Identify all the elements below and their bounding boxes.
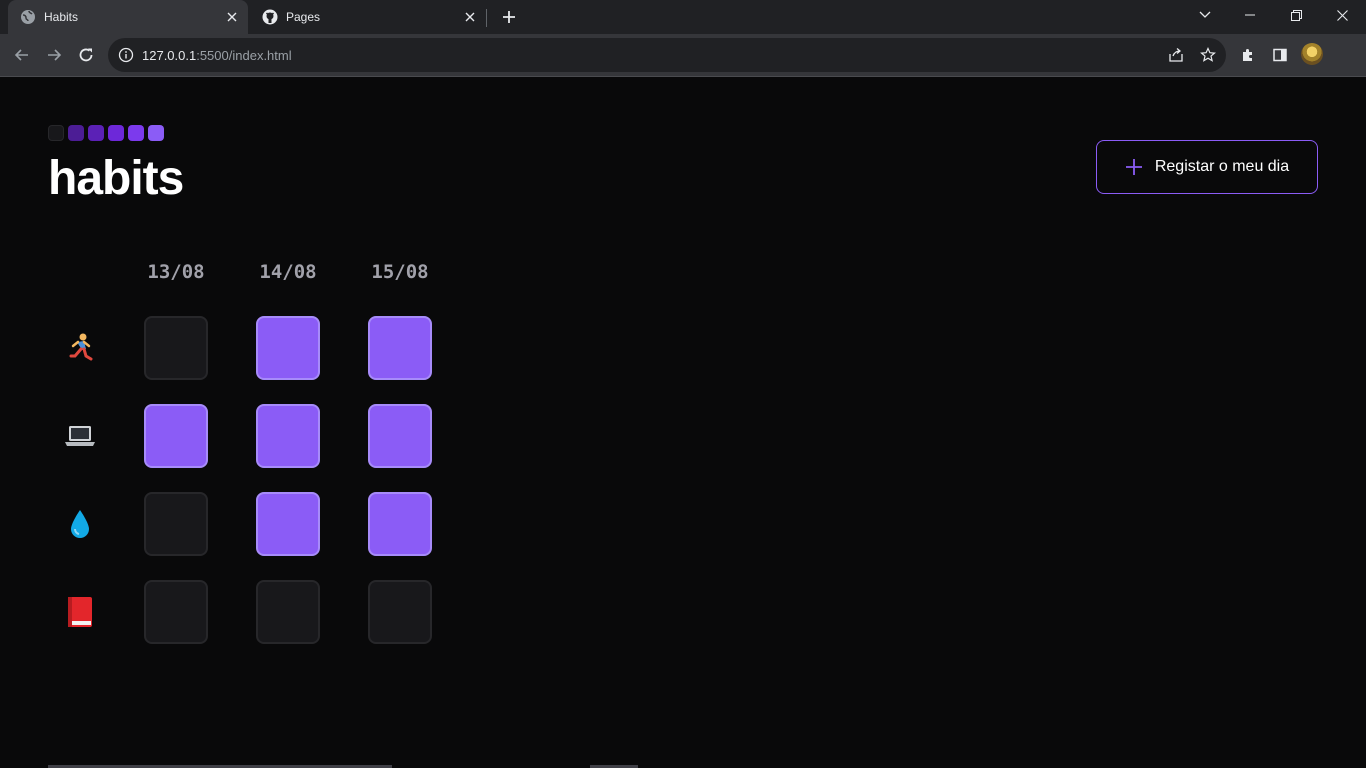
- habit-cell-book-1[interactable]: [256, 580, 320, 644]
- habit-cell-water-1[interactable]: [256, 492, 320, 556]
- new-tab-button[interactable]: [498, 6, 520, 28]
- logo: [48, 125, 164, 141]
- url-path: :5500/index.html: [196, 48, 292, 63]
- habit-cell-running-1[interactable]: [256, 316, 320, 380]
- bookmark-button[interactable]: [1197, 44, 1219, 66]
- side-panel-icon: [1273, 48, 1287, 62]
- back-button[interactable]: [8, 41, 36, 69]
- plus-icon: [1125, 159, 1142, 175]
- browser-tab-bar: Habits Pages: [0, 0, 1366, 34]
- tab-habits[interactable]: Habits: [8, 0, 248, 34]
- minimize-icon: [1245, 14, 1255, 16]
- running-icon: [62, 330, 98, 366]
- restore-icon: [1290, 9, 1302, 21]
- date-header: 15/08: [371, 261, 429, 283]
- habit-cell-laptop-0[interactable]: [144, 404, 208, 468]
- habit-cell-running-2[interactable]: [368, 316, 432, 380]
- habit-cell-laptop-2[interactable]: [368, 404, 432, 468]
- logo-square: [108, 125, 124, 141]
- address-bar[interactable]: 127.0.0.1:5500/index.html: [108, 38, 1226, 72]
- arrow-right-icon: [48, 49, 62, 61]
- side-panel-button[interactable]: [1269, 44, 1291, 66]
- habit-cell-running-0[interactable]: [144, 316, 208, 380]
- reload-icon: [79, 48, 93, 62]
- extensions-button[interactable]: [1237, 44, 1259, 66]
- habit-cell-book-0[interactable]: [144, 580, 208, 644]
- avatar[interactable]: [1301, 43, 1323, 65]
- register-day-label: Registar o meu dia: [1154, 158, 1290, 175]
- browser-toolbar: 127.0.0.1:5500/index.html: [0, 34, 1366, 76]
- date-header: 14/08: [259, 261, 317, 283]
- logo-square: [148, 125, 164, 141]
- logo-square: [68, 125, 84, 141]
- register-day-button[interactable]: Registar o meu dia: [1096, 140, 1318, 194]
- star-icon: [1200, 47, 1216, 62]
- share-button[interactable]: [1165, 44, 1187, 66]
- close-window-button[interactable]: [1320, 0, 1364, 30]
- habit-cell-book-2[interactable]: [368, 580, 432, 644]
- date-header: 13/08: [147, 261, 205, 283]
- close-icon: [1336, 9, 1348, 21]
- share-icon: [1169, 48, 1183, 62]
- reload-button[interactable]: [72, 41, 100, 69]
- habit-cell-water-2[interactable]: [368, 492, 432, 556]
- tab-separator: [486, 9, 487, 27]
- plus-icon: [503, 11, 515, 23]
- github-icon: [262, 9, 278, 25]
- tab-label: Pages: [286, 10, 321, 24]
- logo-square: [88, 125, 104, 141]
- page-content: habits Registar o meu dia 13/08 14/08 15…: [0, 77, 1366, 768]
- minimize-button[interactable]: [1228, 0, 1272, 30]
- water-drop-icon: [62, 506, 98, 542]
- puzzle-icon: [1243, 49, 1252, 61]
- globe-icon: [20, 9, 36, 25]
- url-host: 127.0.0.1: [142, 48, 197, 63]
- tab-pages[interactable]: Pages: [250, 0, 486, 34]
- close-tab-icon[interactable]: [222, 7, 242, 27]
- logo-square: [48, 125, 64, 141]
- restore-button[interactable]: [1274, 0, 1318, 30]
- url-text[interactable]: 127.0.0.1:5500/index.html: [142, 48, 292, 63]
- tab-search-button[interactable]: [1183, 0, 1227, 30]
- close-tab-icon[interactable]: [460, 7, 480, 27]
- logo-square: [128, 125, 144, 141]
- tab-label: Habits: [44, 10, 79, 24]
- arrow-left-icon: [14, 49, 28, 61]
- book-icon: [62, 594, 98, 630]
- habit-cell-laptop-1[interactable]: [256, 404, 320, 468]
- forward-button[interactable]: [40, 41, 68, 69]
- chevron-down-icon: [1199, 11, 1211, 18]
- page-title: habits: [48, 152, 184, 205]
- laptop-icon: [62, 418, 98, 454]
- habit-cell-water-0[interactable]: [144, 492, 208, 556]
- info-icon[interactable]: [118, 47, 134, 63]
